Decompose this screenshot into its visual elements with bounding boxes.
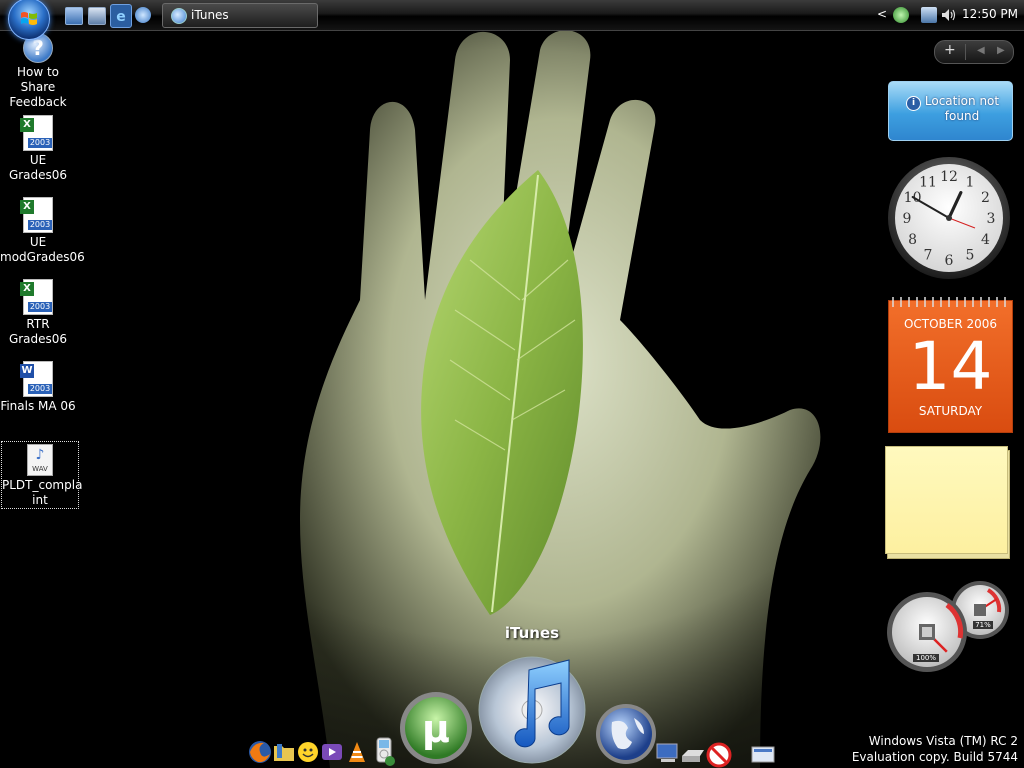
volume-icon[interactable] xyxy=(940,7,956,23)
taskbar-button-itunes[interactable]: iTunes xyxy=(162,3,318,28)
desktop-icon-label: RTR Grades06 xyxy=(8,317,68,346)
clock-numeral: 4 xyxy=(981,232,990,248)
excel-icon: X 2003 xyxy=(20,197,53,233)
switch-windows-icon[interactable] xyxy=(88,7,106,25)
wav-icon: ♪ WAV xyxy=(27,444,53,476)
monitor-icon[interactable] xyxy=(750,745,778,767)
itunes-icon[interactable] xyxy=(135,7,151,23)
utorrent-icon[interactable]: µ xyxy=(398,690,474,766)
desktop-icon-label: UE Grades06 xyxy=(8,153,68,182)
clock-numeral: 9 xyxy=(903,211,912,227)
next-page-button[interactable]: ▶ xyxy=(997,45,1005,56)
desktop-icon-label: PLDT_compla int xyxy=(2,478,83,507)
desktop-icon-rtr-grades06[interactable]: X 2003 RTR Grades06 xyxy=(0,279,76,347)
taskbar-button-label: iTunes xyxy=(191,8,229,22)
network-icon[interactable] xyxy=(921,7,937,23)
desktop-icon-label: How to Share Feedback xyxy=(9,65,67,109)
desktop-icon-label: Finals MA 06 xyxy=(0,399,76,413)
previous-page-button[interactable]: ◀ xyxy=(977,45,985,56)
clock-numeral: 5 xyxy=(966,247,975,263)
memory-percent-label: 71% xyxy=(973,621,993,629)
ie-icon[interactable]: e xyxy=(110,4,132,28)
utorrent-tray-icon[interactable] xyxy=(893,7,909,23)
itunes-icon[interactable] xyxy=(477,655,587,765)
drive-icon[interactable] xyxy=(680,748,706,764)
taskbar-clock[interactable]: 12:50 PM xyxy=(962,7,1018,21)
info-icon: i xyxy=(906,96,921,111)
show-desktop-icon[interactable] xyxy=(65,7,83,25)
vlc-icon[interactable] xyxy=(345,740,369,766)
cpu-percent-label: 100% xyxy=(913,654,939,662)
clock-numeral: 12 xyxy=(940,169,958,185)
weather-message: Location not found xyxy=(924,94,1000,123)
svg-text:µ: µ xyxy=(422,707,450,751)
clock-numeral: 3 xyxy=(987,211,996,227)
ipod-icon[interactable] xyxy=(374,737,396,767)
desktop-icon-label: UE modGrades06 xyxy=(0,235,85,264)
windows-flag-icon xyxy=(21,12,37,25)
excel-icon: X 2003 xyxy=(20,115,53,151)
clock-numeral: 8 xyxy=(908,232,917,248)
taskbar: e iTunes < 12:50 PM xyxy=(0,0,1024,40)
firefox-icon[interactable] xyxy=(248,740,272,764)
desktop-icon-finals-ma-06[interactable]: W 2003 Finals MA 06 xyxy=(0,361,76,414)
start-button[interactable] xyxy=(8,0,50,40)
globe-icon[interactable] xyxy=(594,702,658,766)
clock-numeral: 6 xyxy=(945,253,954,269)
folder-icon[interactable] xyxy=(272,740,296,764)
itunes-icon xyxy=(171,8,187,24)
calendar-day: 14 xyxy=(908,328,993,405)
clock-numeral: 7 xyxy=(924,247,933,263)
notes-gadget[interactable] xyxy=(885,446,1010,559)
add-gadget-button[interactable]: + xyxy=(944,42,956,58)
weather-gadget[interactable]: i Location not found xyxy=(888,81,1013,141)
media-icon[interactable] xyxy=(320,740,344,764)
show-hidden-icons-chevron-icon[interactable]: < xyxy=(877,7,887,21)
calendar-weekday: SATURDAY xyxy=(918,404,983,418)
computer-icon[interactable] xyxy=(655,742,681,764)
messenger-icon[interactable] xyxy=(296,740,320,764)
calendar-rings xyxy=(892,297,1006,307)
sidebar-controls: + ◀ ▶ xyxy=(934,40,1014,64)
clock-gadget[interactable]: 12 1234567891011 xyxy=(887,156,1011,280)
cpu-meter-gadget[interactable]: 100% 71% xyxy=(887,580,1012,675)
windows-watermark: Windows Vista (TM) RC 2 Evaluation copy.… xyxy=(851,734,1018,764)
calendar-gadget[interactable]: OCTOBER 2006 14 SATURDAY xyxy=(888,297,1013,433)
desktop-icon-ue-modgrades06[interactable]: X 2003 UE modGrades06 xyxy=(0,197,85,265)
desktop-icon-how-to-share-feedback[interactable]: ? How to Share Feedback xyxy=(0,33,76,110)
clock-numeral: 2 xyxy=(981,190,990,206)
blocked-icon[interactable] xyxy=(706,742,732,768)
excel-icon: X 2003 xyxy=(20,279,53,315)
clock-numeral: 11 xyxy=(919,175,937,191)
desktop-icon-pldt-complaint[interactable]: ♪ WAV PLDT_compla int xyxy=(1,441,83,509)
svg-text:e: e xyxy=(116,9,126,25)
note-page[interactable] xyxy=(885,446,1008,554)
desktop-icon-ue-grades06[interactable]: X 2003 UE Grades06 xyxy=(0,115,76,183)
desktop-wallpaper xyxy=(0,0,1024,768)
clock-numeral: 1 xyxy=(966,175,975,191)
dock-hover-label: iTunes xyxy=(504,624,560,642)
word-icon: W 2003 xyxy=(20,361,53,397)
